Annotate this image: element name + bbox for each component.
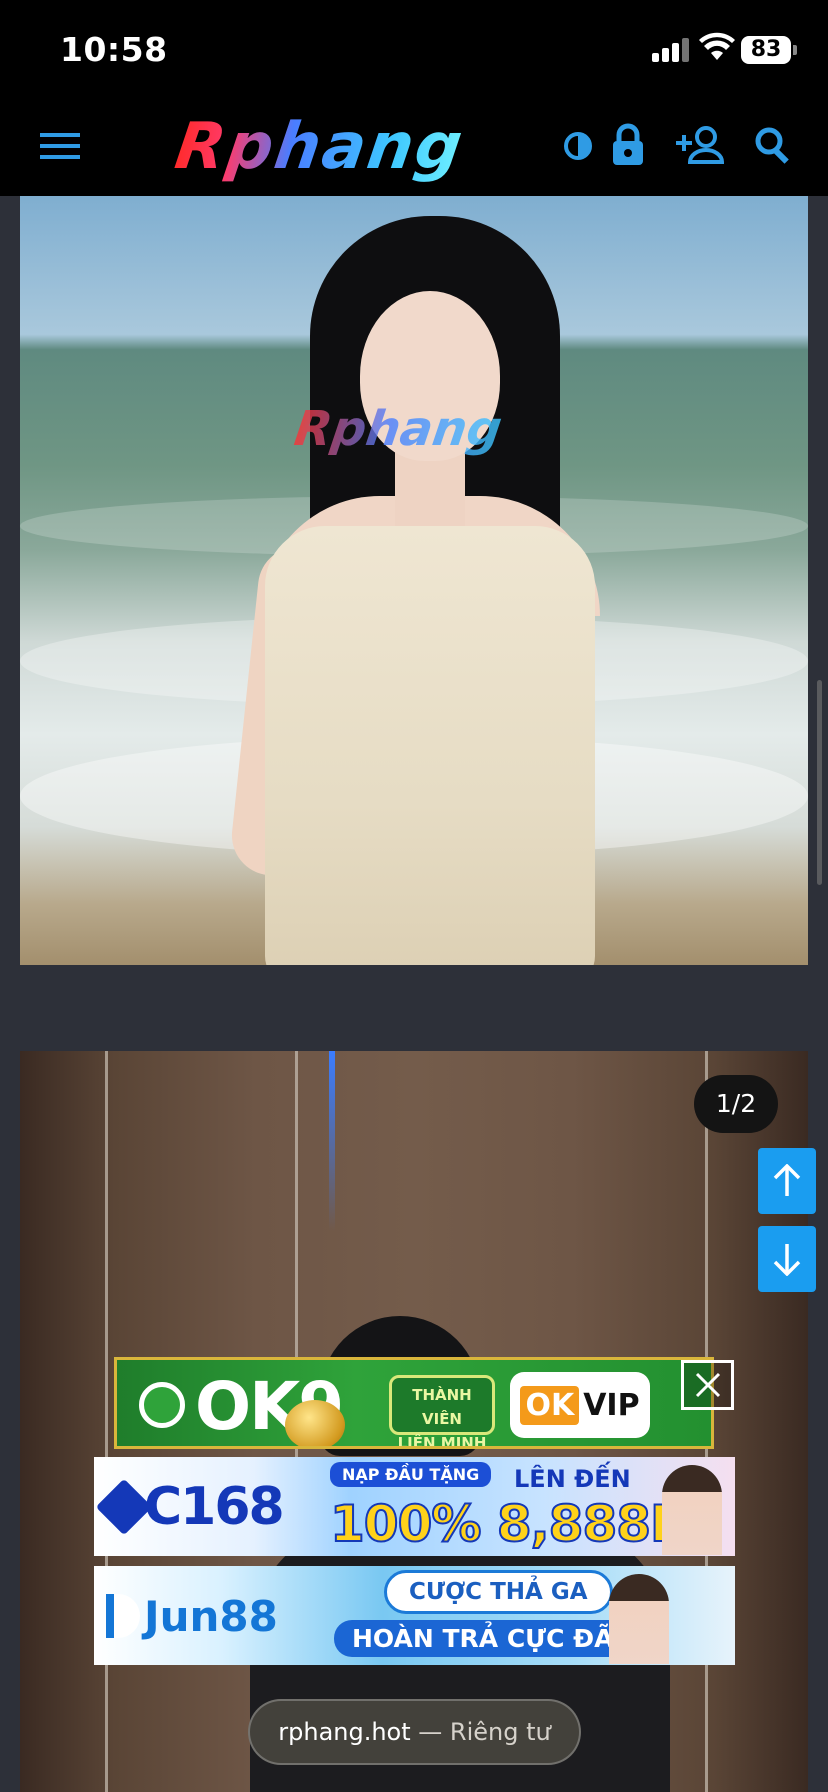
site-logo[interactable]: Rphang <box>130 104 510 190</box>
ad-okvip-logo: OK VIP <box>510 1372 650 1438</box>
ad-upto: LÊN ĐẾN <box>514 1465 631 1493</box>
ad-brand: Jun88 <box>144 1592 278 1641</box>
ad-brand: C168 <box>144 1477 285 1537</box>
wifi-icon <box>699 32 735 60</box>
ad-banner-c168[interactable]: C168 NẠP ĐẦU TẶNG LÊN ĐẾN 100% 8,888K <box>94 1457 735 1556</box>
page-scroll-indicator <box>817 680 822 885</box>
search-icon[interactable] <box>750 122 796 168</box>
cellular-signal-icon <box>652 38 692 62</box>
lock-icon[interactable] <box>608 118 648 172</box>
url-host: rphang.hot <box>278 1718 411 1746</box>
gold-ball-icon <box>285 1400 345 1446</box>
post-photo-beach[interactable]: Rphang <box>20 196 808 965</box>
ad-headline: CƯỢC THẢ GA <box>384 1570 613 1614</box>
gallery-counter: 1/2 <box>694 1075 778 1133</box>
battery-nub <box>793 45 797 55</box>
menu-icon[interactable] <box>36 122 84 170</box>
arrow-down-icon <box>773 1244 801 1276</box>
ad-subheadline: HOÀN TRẢ CỰC ĐÃ <box>334 1620 632 1657</box>
ad-model-image <box>662 1465 722 1555</box>
status-time: 10:58 <box>60 30 168 69</box>
browser-url-pill[interactable]: rphang.hot — Riêng tư <box>248 1699 581 1765</box>
close-ad-button[interactable] <box>681 1360 734 1410</box>
arrow-up-icon <box>773 1164 801 1196</box>
scroll-down-button[interactable] <box>758 1226 816 1292</box>
status-bar: 10:58 83 <box>0 0 828 98</box>
private-mode-label: Riêng tư <box>449 1718 551 1746</box>
close-icon <box>695 1372 720 1398</box>
ok9-star-icon <box>139 1382 185 1428</box>
ad-tag: NẠP ĐẦU TẶNG <box>330 1462 492 1487</box>
theme-toggle-icon[interactable] <box>558 124 598 168</box>
scroll-up-button[interactable] <box>758 1148 816 1214</box>
logo-text: Rphang <box>171 110 469 184</box>
add-user-icon[interactable] <box>674 122 726 168</box>
ad-model-image <box>609 1574 669 1664</box>
photo-dress <box>265 526 595 965</box>
ad-banner-jun88[interactable]: Jun88 CƯỢC THẢ GA HOÀN TRẢ CỰC ĐÃ <box>94 1566 735 1665</box>
ad-member-badge: THÀNH VIÊN LIÊN MINH <box>389 1375 495 1446</box>
ad-banner-ok9[interactable]: OK9 THÀNH VIÊN LIÊN MINH OK VIP <box>114 1357 714 1449</box>
battery-indicator: 83 <box>741 36 791 64</box>
jun88-logo-icon <box>106 1594 140 1638</box>
url-separator: — <box>410 1718 450 1746</box>
photo-watermark: Rphang <box>291 401 506 457</box>
ad-promo: 100% 8,888K <box>329 1494 690 1554</box>
